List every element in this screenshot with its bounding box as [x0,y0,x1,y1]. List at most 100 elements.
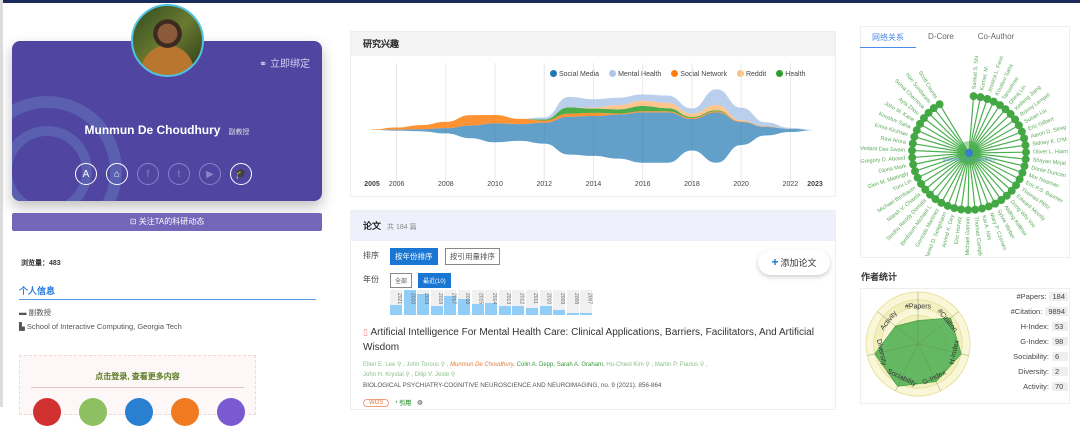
year-all-button[interactable]: 全部 [390,273,413,288]
stat-value: 98 [1052,337,1068,346]
cite-label: 引用 [399,401,412,407]
author-link[interactable]: Ellen E. Lee [363,362,395,368]
x-tick-label: 2006 [389,181,405,188]
network-node[interactable] [976,93,985,102]
feature-icon[interactable] [125,398,153,426]
scholar-icon[interactable]: 🎓 [230,163,252,185]
youtube-icon[interactable]: ▶ [199,163,221,185]
feature-icon[interactable] [79,398,107,426]
year-bar[interactable]: 2014 [485,290,498,315]
network-node[interactable] [910,167,919,176]
year-bar[interactable]: 2012 [512,290,525,315]
sort-by-citation-button[interactable]: 按引用量排序 [445,248,500,265]
center-node[interactable] [965,149,973,157]
year-bar-fill [539,306,552,315]
network-node-label: Eric Horvitz [954,216,964,245]
stat-label: Diversity: [1018,367,1049,376]
paper-title[interactable]: ▯ Artificial Intelligence For Mental Hea… [363,325,823,355]
divider [31,387,244,388]
year-bar-fill [553,310,566,315]
follow-button[interactable]: ⊡ 关注TA的科研动态 [12,213,322,231]
year-bar[interactable]: 2011 [526,290,538,315]
network-node[interactable] [969,92,978,101]
author-link[interactable]: John H. Krystal [363,372,404,378]
year-bar[interactable]: 2015 [471,290,484,315]
paper-authors: Ellen E. Lee ⚲ , John Torous ⚲ , Munmun … [363,362,708,378]
year-bar-label: 2009 [559,293,566,305]
feature-icon[interactable] [171,398,199,426]
author-link[interactable]: John Torous [406,362,439,368]
research-interest-title: 研究兴趣 [351,32,835,56]
year-bar[interactable]: 2018 [430,290,443,315]
year-bar[interactable]: 2020 [403,290,416,315]
add-paper-button[interactable]: + 添加论文 [758,250,830,275]
twitter-icon[interactable]: t [168,163,190,185]
author-link[interactable]: Dilip V. Jeste [415,372,449,378]
year-bar[interactable]: 2010 [539,290,552,315]
aminer-icon[interactable]: A [75,163,97,185]
feature-icon[interactable] [217,398,245,426]
stat-value: 6 [1052,352,1068,361]
network-node-label: Thomas Campbell [972,216,983,256]
author-link[interactable]: Martin P. Paulus [655,362,698,368]
network-node[interactable] [1020,134,1029,143]
year-bar[interactable]: 2007 [580,290,593,315]
tab-co-author[interactable]: Co-Author [966,26,1026,48]
network-node[interactable] [964,205,973,214]
network-node[interactable] [935,100,944,109]
author-link[interactable]: Sarah A. Graham, [557,362,605,368]
home-icon[interactable]: ⌂ [106,163,128,185]
year-bar-label: 2016 [464,293,470,305]
cite-button[interactable]: ❛ 引用 [395,398,411,407]
avatar [131,4,204,77]
year-bar[interactable]: 2019 [417,290,430,315]
author-stats-list: #Papers: 184 #Citation: 9894 H-Index: 53 G-Ind… [980,292,1068,397]
network-node[interactable] [908,139,917,148]
briefcase-icon: ▬ [19,308,29,317]
view-count: 浏览量：483 [21,258,61,268]
year-bar[interactable]: 2021 [390,290,402,315]
paper-title-text[interactable]: Artificial Intelligence For Mental Healt… [363,327,814,353]
year-bar-fill [498,306,511,315]
globe-icon[interactable]: ◍ [417,399,422,406]
year-bar[interactable]: 2016 [458,290,470,315]
year-bar[interactable]: 2013 [498,290,511,315]
tab-d-core[interactable]: D-Core [916,26,966,48]
network-node[interactable] [1021,141,1030,150]
year-bar[interactable]: 2008 [566,290,579,315]
author-link[interactable]: Munmun De Choudhury, [450,362,515,368]
network-node[interactable] [908,146,917,155]
year-bar-fill [580,313,593,315]
year-bar-fill [512,306,525,315]
tab-network[interactable]: 网络关系 [860,26,916,48]
network-node[interactable] [909,160,918,169]
position-row: ▬ 副教授 [19,307,51,318]
network-node[interactable] [957,205,966,214]
network-node[interactable] [1021,155,1030,164]
network-node[interactable] [1021,148,1030,157]
login-prompt[interactable]: 点击登录, 查看更多内容 [20,371,255,382]
year-bar[interactable]: 2009 [553,290,566,315]
author-link[interactable]: Colin A. Depp, [517,362,555,368]
personal-info-heading: 个人信息 [19,284,316,300]
radar-chart: #Papers#CitationH-IndexG-IndexSociabilit… [865,291,971,397]
network-node[interactable] [978,204,987,213]
position-text: 副教授 [28,308,52,317]
bind-label: 立即绑定 [270,59,310,70]
facebook-icon[interactable]: f [137,163,159,185]
network-node[interactable] [908,153,917,162]
stat-row: H-Index: 53 [980,322,1068,337]
author-link[interactable]: Ho-Cheol Kim [606,362,643,368]
x-tick-label: 2023 [807,181,823,188]
feature-icon[interactable] [33,398,61,426]
bind-link[interactable]: ⚭ 立即绑定 [259,55,310,70]
network-tabs: 网络关系 D-Core Co-Author [860,26,1070,48]
year-bar[interactable]: 2017 [444,290,457,315]
stat-label: Activity: [1023,382,1049,391]
network-node-label: Oliver L. Haim [1033,149,1068,156]
year-recent-button[interactable]: 最近(10) [418,273,451,288]
network-node[interactable] [971,205,980,214]
sort-by-year-button[interactable]: 按年份排序 [390,248,438,265]
year-label: 年份 [363,275,379,284]
year-bar-label: 2015 [477,293,484,305]
